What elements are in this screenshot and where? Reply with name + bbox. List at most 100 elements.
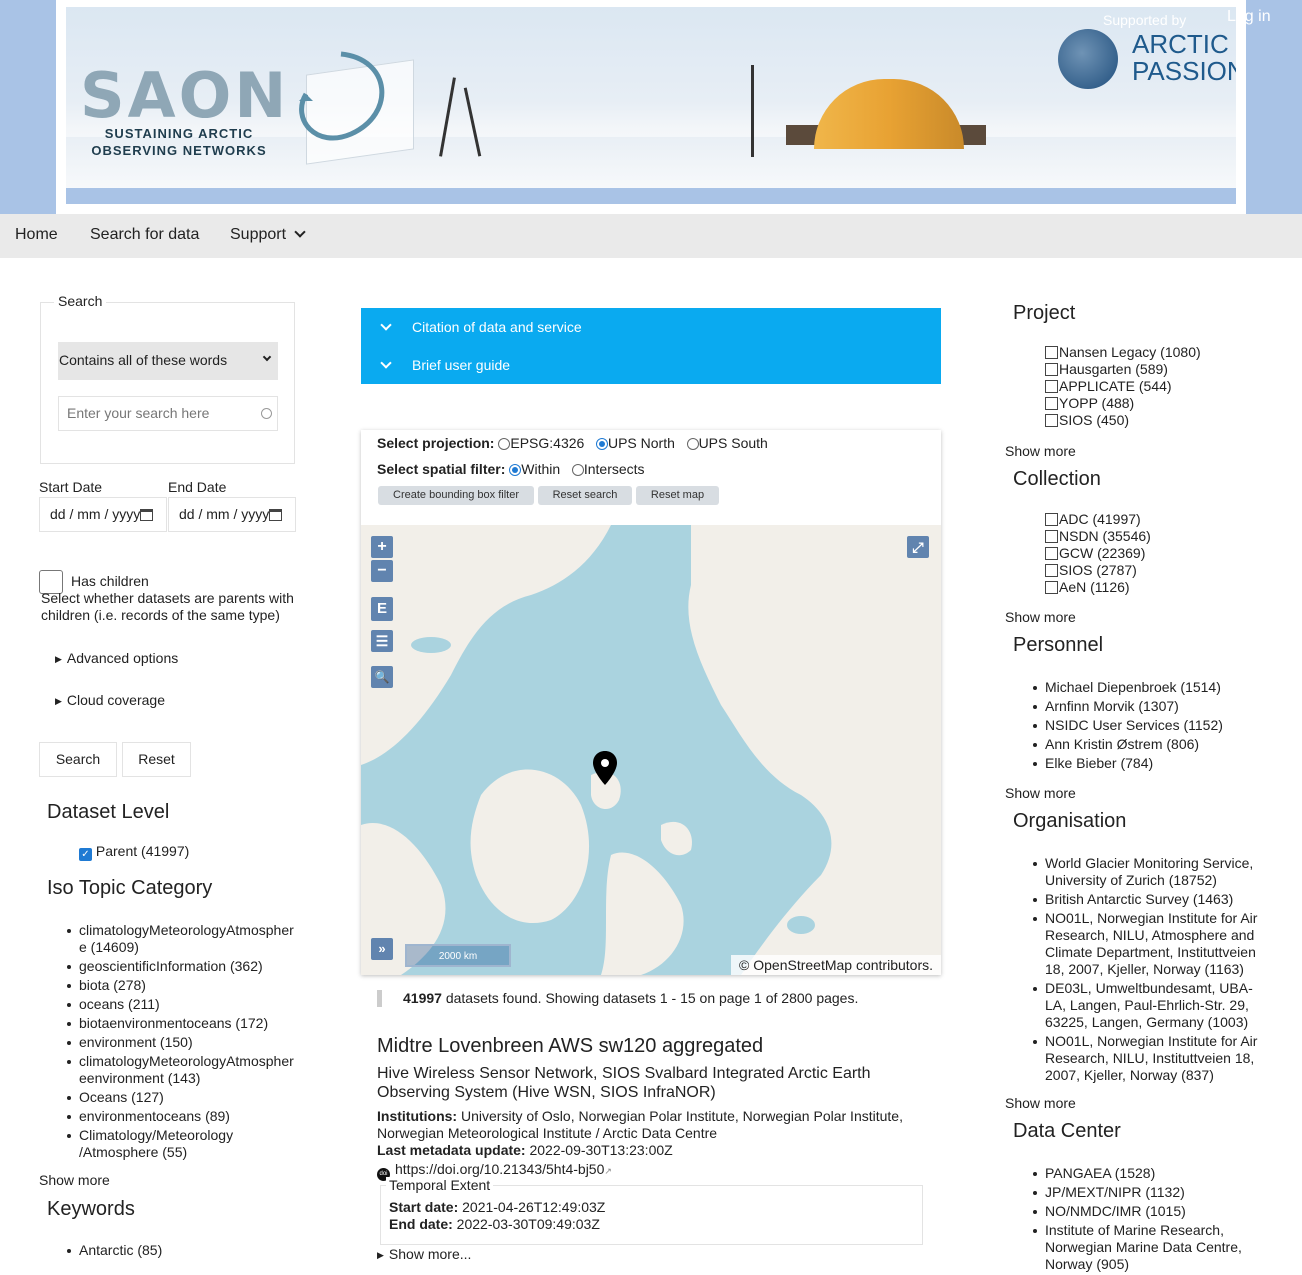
checkbox[interactable] <box>1045 564 1058 577</box>
organisation-show-more[interactable]: Show more <box>1005 1095 1076 1111</box>
checkbox[interactable] <box>1045 380 1058 393</box>
arctic-passion-logo: ARCTIC PASSION <box>1132 29 1236 86</box>
list-item[interactable]: ADC (41997) <box>1045 511 1151 528</box>
list-item[interactable]: JP/MEXT/NIPR (1132) <box>1033 1184 1273 1201</box>
fullscreen-icon[interactable]: ⤢ <box>907 536 929 558</box>
dataset-level-parent[interactable]: ✓ Parent (41997) <box>79 843 189 861</box>
zoom-in-button[interactable]: + <box>371 536 393 558</box>
personnel-list: Michael Diepenbroek (1514) Arnfinn Morvi… <box>1033 679 1273 774</box>
personnel-show-more[interactable]: Show more <box>1005 785 1076 801</box>
iso-topic-title: Iso Topic Category <box>47 877 213 899</box>
collection-show-more[interactable]: Show more <box>1005 609 1076 625</box>
start-date-input[interactable]: dd / mm / yyyy <box>39 497 167 532</box>
iso-topic-show-more[interactable]: Show more <box>39 1172 110 1188</box>
advanced-options-toggle[interactable]: ▶ Advanced options <box>55 650 178 666</box>
end-date-input[interactable]: dd / mm / yyyy <box>168 497 296 532</box>
search-clear-icon <box>261 408 272 419</box>
layer-menu-icon[interactable]: ☰ <box>371 630 393 652</box>
radio-intersects[interactable]: Intersects <box>564 461 645 477</box>
search-mode-select[interactable]: Contains all of these words <box>58 342 278 380</box>
list-item[interactable]: Institute of Marine Research, Norwegian … <box>1033 1222 1273 1273</box>
list-item[interactable]: SIOS (450) <box>1045 412 1201 429</box>
dataset-show-more[interactable]: ▶ Show more... <box>377 1246 917 1265</box>
nav-support[interactable]: Support <box>230 226 306 244</box>
cloud-coverage-toggle[interactable]: ▶ Cloud coverage <box>55 692 165 708</box>
search-input[interactable]: Enter your search here <box>58 396 278 431</box>
list-item[interactable]: World Glacier Monitoring Service, Univer… <box>1033 855 1273 889</box>
login-link[interactable]: Log in <box>1227 8 1271 26</box>
radio-within[interactable]: Within <box>509 461 560 477</box>
map-view[interactable]: + − E ☰ 🔍 ⤢ » 2000 km © OpenStreetMap co… <box>361 525 941 975</box>
list-item[interactable]: PANGAEA (1528) <box>1033 1165 1273 1182</box>
triangle-right-icon: ▶ <box>377 1250 384 1260</box>
radio-ups-north[interactable]: UPS North <box>588 435 675 451</box>
list-item[interactable]: biotaenvironmentoceans (172) <box>67 1015 295 1032</box>
triangle-right-icon: ▶ <box>55 696 62 706</box>
organisation-title: Organisation <box>1013 810 1127 832</box>
search-legend: Search <box>54 293 107 309</box>
list-item[interactable]: Arnfinn Morvik (1307) <box>1033 698 1273 715</box>
list-item[interactable]: oceans (211) <box>67 996 295 1013</box>
list-item[interactable]: Hausgarten (589) <box>1045 361 1201 378</box>
temporal-extent-legend: Temporal Extent <box>386 1177 494 1193</box>
checkbox[interactable] <box>1045 513 1058 526</box>
map-panel: Select projection: EPSG:4326 UPS North U… <box>361 430 941 975</box>
list-item[interactable]: YOPP (488) <box>1045 395 1201 412</box>
list-item[interactable]: NSIDC User Services (1152) <box>1033 717 1273 734</box>
map-marker-icon[interactable] <box>592 750 618 786</box>
list-item[interactable]: climatologyMeteorologyAtmosphere (14609) <box>67 922 295 956</box>
list-item[interactable]: Climatology/Meteorology /Atmosphere (55) <box>67 1127 295 1161</box>
checkbox-checked-icon: ✓ <box>79 848 92 861</box>
saon-tagline: SUSTAINING ARCTIC OBSERVING NETWORKS <box>91 126 267 158</box>
list-item[interactable]: GCW (22369) <box>1045 545 1151 562</box>
checkbox[interactable] <box>1045 346 1058 359</box>
list-item[interactable]: Nansen Legacy (1080) <box>1045 344 1201 361</box>
reset-map-button[interactable]: Reset map <box>636 486 719 505</box>
reset-search-button[interactable]: Reset search <box>538 486 632 505</box>
list-item[interactable]: NO/NMDC/IMR (1015) <box>1033 1203 1273 1220</box>
user-guide-accordion[interactable]: Brief user guide <box>361 346 941 384</box>
radio-ups-south[interactable]: UPS South <box>679 435 768 451</box>
list-item[interactable]: Elke Bieber (784) <box>1033 755 1273 772</box>
list-item[interactable]: biota (278) <box>67 977 295 994</box>
chevron-down-icon <box>380 357 392 369</box>
list-item[interactable]: geoscientificInformation (362) <box>67 958 295 975</box>
list-item[interactable]: environmentoceans (89) <box>67 1108 295 1125</box>
list-item[interactable]: AeN (1126) <box>1045 579 1151 596</box>
dataset-title[interactable]: Midtre Lovenbreen AWS sw120 aggregated <box>377 1035 763 1058</box>
list-item[interactable]: Ann Kristin Østrem (806) <box>1033 736 1273 753</box>
zoom-out-button[interactable]: − <box>371 560 393 582</box>
personnel-title: Personnel <box>1013 634 1104 656</box>
expand-overview-icon[interactable]: » <box>371 938 393 960</box>
citation-accordion[interactable]: Citation of data and service <box>361 308 941 346</box>
list-item[interactable]: SIOS (2787) <box>1045 562 1151 579</box>
reset-button[interactable]: Reset <box>122 742 191 777</box>
list-item[interactable]: NO01L, Norwegian Institute for Air Resea… <box>1033 1033 1273 1084</box>
checkbox[interactable] <box>1045 530 1058 543</box>
search-button[interactable]: Search <box>39 742 117 777</box>
nav-home[interactable]: Home <box>15 226 58 244</box>
project-show-more[interactable]: Show more <box>1005 443 1076 459</box>
map-search-icon[interactable]: 🔍 <box>371 666 393 688</box>
list-item[interactable]: APPLICATE (544) <box>1045 378 1201 395</box>
create-bbox-button[interactable]: Create bounding box filter <box>378 486 534 505</box>
list-item[interactable]: Michael Diepenbroek (1514) <box>1033 679 1273 696</box>
list-item[interactable]: Antarctic (85) <box>67 1242 295 1259</box>
list-item[interactable]: climatologyMeteorologyAtmosphereenvironm… <box>67 1053 295 1087</box>
checkbox[interactable] <box>1045 547 1058 560</box>
list-item[interactable]: NO01L, Norwegian Institute for Air Resea… <box>1033 910 1273 978</box>
edit-layer-button[interactable]: E <box>371 597 393 621</box>
checkbox[interactable] <box>1045 581 1058 594</box>
list-item[interactable]: environment (150) <box>67 1034 295 1051</box>
radio-epsg4326[interactable]: EPSG:4326 <box>498 435 584 451</box>
checkbox[interactable] <box>1045 397 1058 410</box>
checkbox[interactable] <box>1045 363 1058 376</box>
checkbox[interactable] <box>1045 414 1058 427</box>
list-item[interactable]: DE03L, Umweltbundesamt, UBA-LA, Langen, … <box>1033 980 1273 1031</box>
list-item[interactable]: NSDN (35546) <box>1045 528 1151 545</box>
list-item[interactable]: Oceans (127) <box>67 1089 295 1106</box>
collection-title: Collection <box>1013 468 1101 490</box>
list-item[interactable]: British Antarctic Survey (1463) <box>1033 891 1273 908</box>
nav-search-for-data[interactable]: Search for data <box>90 226 199 244</box>
spatial-filter-selector: Select spatial filter: Within Intersects <box>377 461 645 477</box>
